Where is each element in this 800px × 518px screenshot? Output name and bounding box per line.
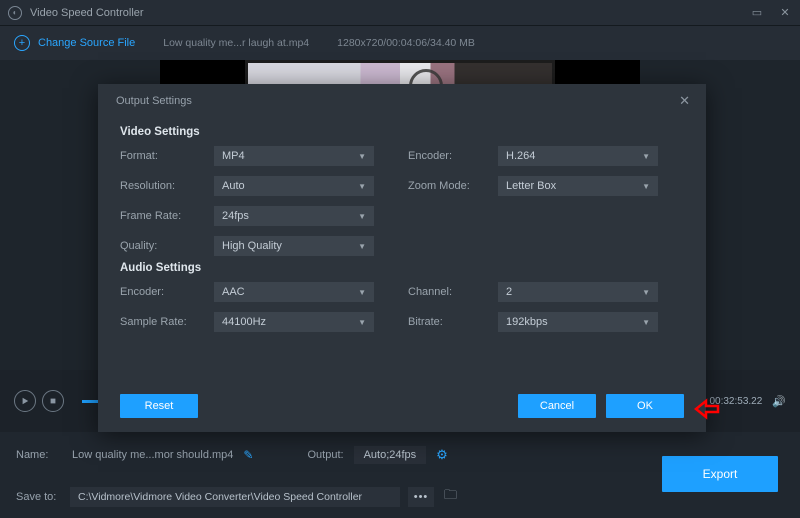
- browse-path-button[interactable]: •••: [408, 487, 434, 507]
- chevron-down-icon: ▼: [642, 288, 650, 297]
- framerate-select[interactable]: 24fps▼: [214, 206, 374, 226]
- play-button[interactable]: [14, 390, 36, 412]
- audio-encoder-select[interactable]: AAC▼: [214, 282, 374, 302]
- quality-label: Quality:: [120, 240, 214, 252]
- chevron-down-icon: ▼: [642, 182, 650, 191]
- save-to-label: Save to:: [16, 491, 62, 503]
- chevron-down-icon: ▼: [358, 288, 366, 297]
- change-source-label: Change Source File: [38, 37, 135, 49]
- edit-name-icon[interactable]: ✎: [243, 448, 253, 462]
- encoder-select[interactable]: H.264▼: [498, 146, 658, 166]
- encoder-label: Encoder:: [408, 150, 498, 162]
- bitrate-label: Bitrate:: [408, 316, 498, 328]
- format-label: Format:: [120, 150, 214, 162]
- cancel-button[interactable]: Cancel: [518, 394, 596, 418]
- dialog-close-icon[interactable]: ✕: [679, 93, 690, 109]
- chevron-down-icon: ▼: [358, 212, 366, 221]
- window-maximize-icon[interactable]: ▭: [750, 6, 764, 20]
- framerate-label: Frame Rate:: [120, 210, 214, 222]
- zoom-select[interactable]: Letter Box▼: [498, 176, 658, 196]
- volume-icon[interactable]: 🔊: [772, 395, 786, 408]
- video-settings-heading: Video Settings: [120, 126, 684, 138]
- zoom-label: Zoom Mode:: [408, 180, 498, 192]
- resolution-select[interactable]: Auto▼: [214, 176, 374, 196]
- channel-select[interactable]: 2▼: [498, 282, 658, 302]
- reset-button[interactable]: Reset: [120, 394, 198, 418]
- channel-label: Channel:: [408, 286, 498, 298]
- plus-circle-icon: +: [14, 35, 30, 51]
- title-bar: ◐ Video Speed Controller ▭ ✕: [0, 0, 800, 26]
- chevron-down-icon: ▼: [358, 242, 366, 251]
- output-value: Auto;24fps: [354, 446, 427, 464]
- samplerate-select[interactable]: 44100Hz▼: [214, 312, 374, 332]
- chevron-down-icon: ▼: [358, 318, 366, 327]
- chevron-down-icon: ▼: [642, 318, 650, 327]
- stop-button[interactable]: [42, 390, 64, 412]
- window-close-icon[interactable]: ✕: [778, 6, 792, 20]
- app-logo-icon: ◐: [8, 6, 22, 20]
- audio-settings-heading: Audio Settings: [120, 262, 684, 274]
- source-filename: Low quality me...r laugh at.mp4: [163, 37, 309, 49]
- save-path-input[interactable]: C:\Vidmore\Vidmore Video Converter\Video…: [70, 487, 400, 507]
- open-folder-icon[interactable]: 🗀: [444, 486, 457, 508]
- chevron-down-icon: ▼: [358, 182, 366, 191]
- quality-select[interactable]: High Quality▼: [214, 236, 374, 256]
- chevron-down-icon: ▼: [642, 152, 650, 161]
- bottom-panel: Name: Low quality me...mor should.mp4 ✎ …: [0, 432, 800, 518]
- format-select[interactable]: MP4▼: [214, 146, 374, 166]
- audio-encoder-label: Encoder:: [120, 286, 214, 298]
- output-settings-icon[interactable]: ⚙: [436, 447, 448, 463]
- chevron-down-icon: ▼: [358, 152, 366, 161]
- ok-button[interactable]: OK: [606, 394, 684, 418]
- name-label: Name:: [16, 449, 62, 461]
- output-name: Low quality me...mor should.mp4: [72, 449, 233, 461]
- app-title: Video Speed Controller: [30, 7, 750, 19]
- output-label: Output:: [307, 449, 343, 461]
- change-source-button[interactable]: + Change Source File: [14, 35, 135, 51]
- bitrate-select[interactable]: 192kbps▼: [498, 312, 658, 332]
- source-fileinfo: 1280x720/00:04:06/34.40 MB: [337, 37, 475, 49]
- annotation-arrow-icon: [694, 398, 722, 420]
- export-button[interactable]: Export: [662, 456, 778, 492]
- resolution-label: Resolution:: [120, 180, 214, 192]
- samplerate-label: Sample Rate:: [120, 316, 214, 328]
- dialog-title: Output Settings: [116, 95, 192, 107]
- output-settings-dialog: Output Settings ✕ Video Settings Format:…: [98, 84, 706, 432]
- top-toolbar: + Change Source File Low quality me...r …: [0, 26, 800, 60]
